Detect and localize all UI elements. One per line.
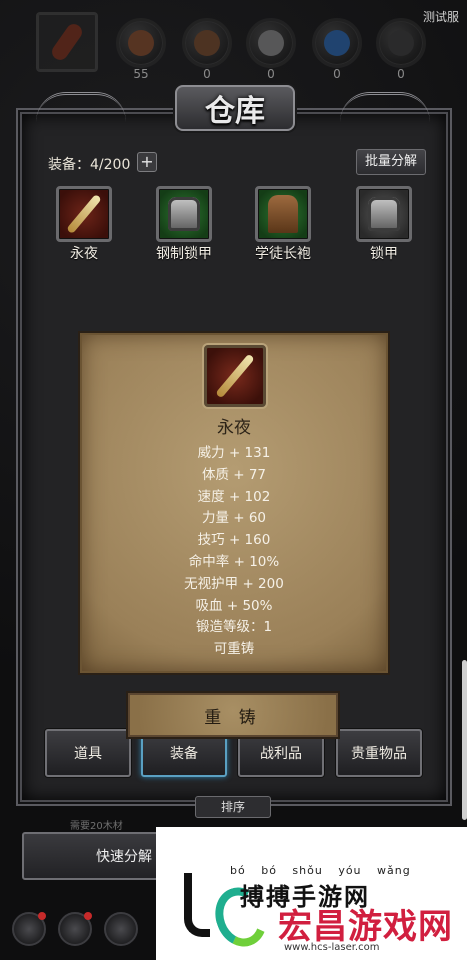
stat-line: 无视护甲 + 200 [184, 575, 284, 592]
notification-dot-icon [38, 912, 46, 920]
watermark-pinyin: bó bó shǒu yóu wǎng [230, 864, 411, 877]
scrollbar[interactable] [462, 660, 467, 820]
tab-items[interactable]: 道具 [45, 729, 131, 777]
expand-capacity-button[interactable]: + [137, 152, 157, 172]
chest-armor-icon [156, 186, 212, 242]
resource-bar: 55 0 0 0 0 [36, 12, 427, 81]
item-name: 锁甲 [370, 246, 398, 262]
item-slot[interactable]: 学徒长袍 [241, 186, 325, 263]
wood-count: 0 [203, 67, 211, 81]
tooltip-item-name: 永夜 [217, 418, 251, 438]
title-banner: 仓库 [135, 80, 335, 136]
robe-icon [255, 186, 311, 242]
stat-line: 吸血 + 50% [195, 597, 273, 614]
wood-resource-icon[interactable]: 0 [182, 18, 232, 81]
reforge-button[interactable]: 重 铸 [128, 693, 338, 737]
stat-line: 技巧 + 160 [197, 532, 271, 549]
dark-count: 0 [397, 67, 405, 81]
equipment-count: 装备：4/200 [48, 157, 131, 173]
server-label: 测试服 [422, 10, 459, 24]
ornament-right [340, 92, 430, 122]
stat-list: 威力 + 131 体质 + 77 速度 + 102 力量 + 60 技巧 + 1… [82, 443, 386, 661]
quick-decompose-button[interactable]: 快速分解 [22, 832, 172, 880]
stat-line: 可重铸 [213, 641, 255, 658]
crystal-resource-icon[interactable]: 0 [312, 18, 362, 81]
bulk-decompose-button[interactable]: 批量分解 [356, 149, 426, 175]
watermark-logo-icon [184, 873, 210, 937]
ornament-left [36, 92, 126, 122]
requirement-text: 需要20木材 [70, 821, 123, 832]
item-slot[interactable]: 锁甲 [342, 186, 426, 263]
stat-line: 威力 + 131 [197, 445, 271, 461]
watermark: bó bó shǒu yóu wǎng 搏搏手游网 宏昌游戏网 www.hcs-… [156, 827, 467, 960]
page-title: 仓库 [205, 94, 265, 129]
stat-line: 锻造等级：1 [195, 619, 273, 636]
leather-count: 55 [133, 67, 149, 81]
nav-icon[interactable] [104, 912, 138, 946]
item-name: 学徒长袍 [255, 246, 311, 262]
item-slot[interactable]: 钢制锁甲 [142, 186, 226, 263]
leather-resource-icon[interactable]: 55 [116, 18, 166, 81]
crystal-count: 0 [333, 67, 341, 81]
tab-valuables[interactable]: 贵重物品 [336, 729, 422, 777]
stat-line: 体质 + 77 [201, 466, 267, 483]
notification-dot-icon [84, 912, 92, 920]
item-name: 钢制锁甲 [156, 246, 212, 262]
ore-resource-icon[interactable]: 0 [246, 18, 296, 81]
item-slot[interactable]: 永夜 [42, 186, 126, 263]
watermark-brand-secondary: 宏昌游戏网 [278, 907, 453, 947]
ore-count: 0 [267, 67, 275, 81]
item-tooltip: 永夜 威力 + 131 体质 + 77 速度 + 102 力量 + 60 技巧 … [80, 333, 388, 673]
stat-line: 速度 + 102 [197, 488, 271, 505]
item-name: 永夜 [70, 246, 98, 262]
spear-icon [56, 186, 112, 242]
stat-line: 力量 + 60 [201, 510, 267, 527]
watermark-url: www.hcs-laser.com [284, 942, 380, 953]
chest-armor-icon [356, 186, 412, 242]
nav-icon[interactable] [58, 912, 92, 946]
spear-icon [204, 345, 266, 407]
nav-icon[interactable] [12, 912, 46, 946]
sort-button[interactable]: 排序 [195, 796, 271, 818]
dark-resource-icon[interactable]: 0 [376, 18, 426, 81]
weapon-slot-icon[interactable] [36, 12, 98, 72]
stat-line: 命中率 + 10% [188, 553, 280, 570]
